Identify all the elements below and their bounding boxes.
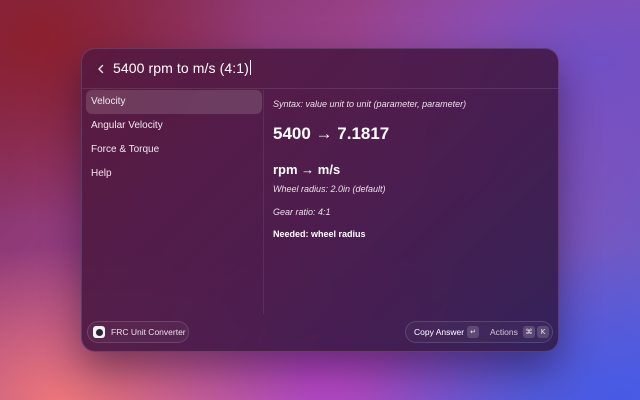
unit-conversion: rpm → m/s xyxy=(273,162,341,177)
search-bar[interactable]: 5400 rpm to m/s (4:1) xyxy=(82,49,558,89)
sidebar-item-force-torque[interactable]: Force & Torque xyxy=(86,138,262,162)
actions-bar: Copy Answer ↵ Actions ⌘ K xyxy=(405,321,553,343)
footer-bar: FRC Unit Converter Copy Answer ↵ Actions… xyxy=(82,315,558,351)
sidebar-item-angular-velocity[interactable]: Angular Velocity xyxy=(86,114,262,138)
extension-badge[interactable]: FRC Unit Converter xyxy=(87,321,189,343)
search-query-text: 5400 rpm to m/s (4:1) xyxy=(113,60,249,76)
sidebar-item-velocity[interactable]: Velocity xyxy=(86,90,262,114)
k-key-icon: K xyxy=(537,326,549,338)
sidebar: Velocity Angular Velocity Force & Torque… xyxy=(86,90,262,314)
launcher-window: 5400 rpm to m/s (4:1) Velocity Angular V… xyxy=(81,48,559,352)
app-name: FRC Unit Converter xyxy=(111,327,186,337)
sidebar-item-label: Angular Velocity xyxy=(91,120,163,131)
wheel-radius-param: Wheel radius: 2.0in (default) xyxy=(273,184,386,194)
sidebar-item-label: Help xyxy=(91,168,112,179)
text-caret xyxy=(249,60,251,75)
sidebar-item-help[interactable]: Help xyxy=(86,162,262,186)
needed-params: Needed: wheel radius xyxy=(273,229,366,239)
actions-button[interactable]: Actions xyxy=(490,327,518,337)
conversion-result: 5400 → 7.1817 xyxy=(273,124,390,143)
app-logo-icon xyxy=(93,326,105,338)
back-button[interactable] xyxy=(92,60,110,78)
sidebar-item-label: Velocity xyxy=(91,96,126,107)
pane-divider xyxy=(263,90,264,314)
return-key-icon: ↵ xyxy=(467,326,479,338)
gear-ratio-param: Gear ratio: 4:1 xyxy=(273,207,331,217)
command-key-icon: ⌘ xyxy=(523,326,535,338)
sidebar-item-label: Force & Torque xyxy=(91,144,160,155)
search-input[interactable]: 5400 rpm to m/s (4:1) xyxy=(113,60,251,76)
copy-answer-button[interactable]: Copy Answer xyxy=(414,327,464,337)
chevron-left-icon xyxy=(98,64,104,74)
syntax-hint: Syntax: value unit to unit (parameter, p… xyxy=(273,99,467,109)
